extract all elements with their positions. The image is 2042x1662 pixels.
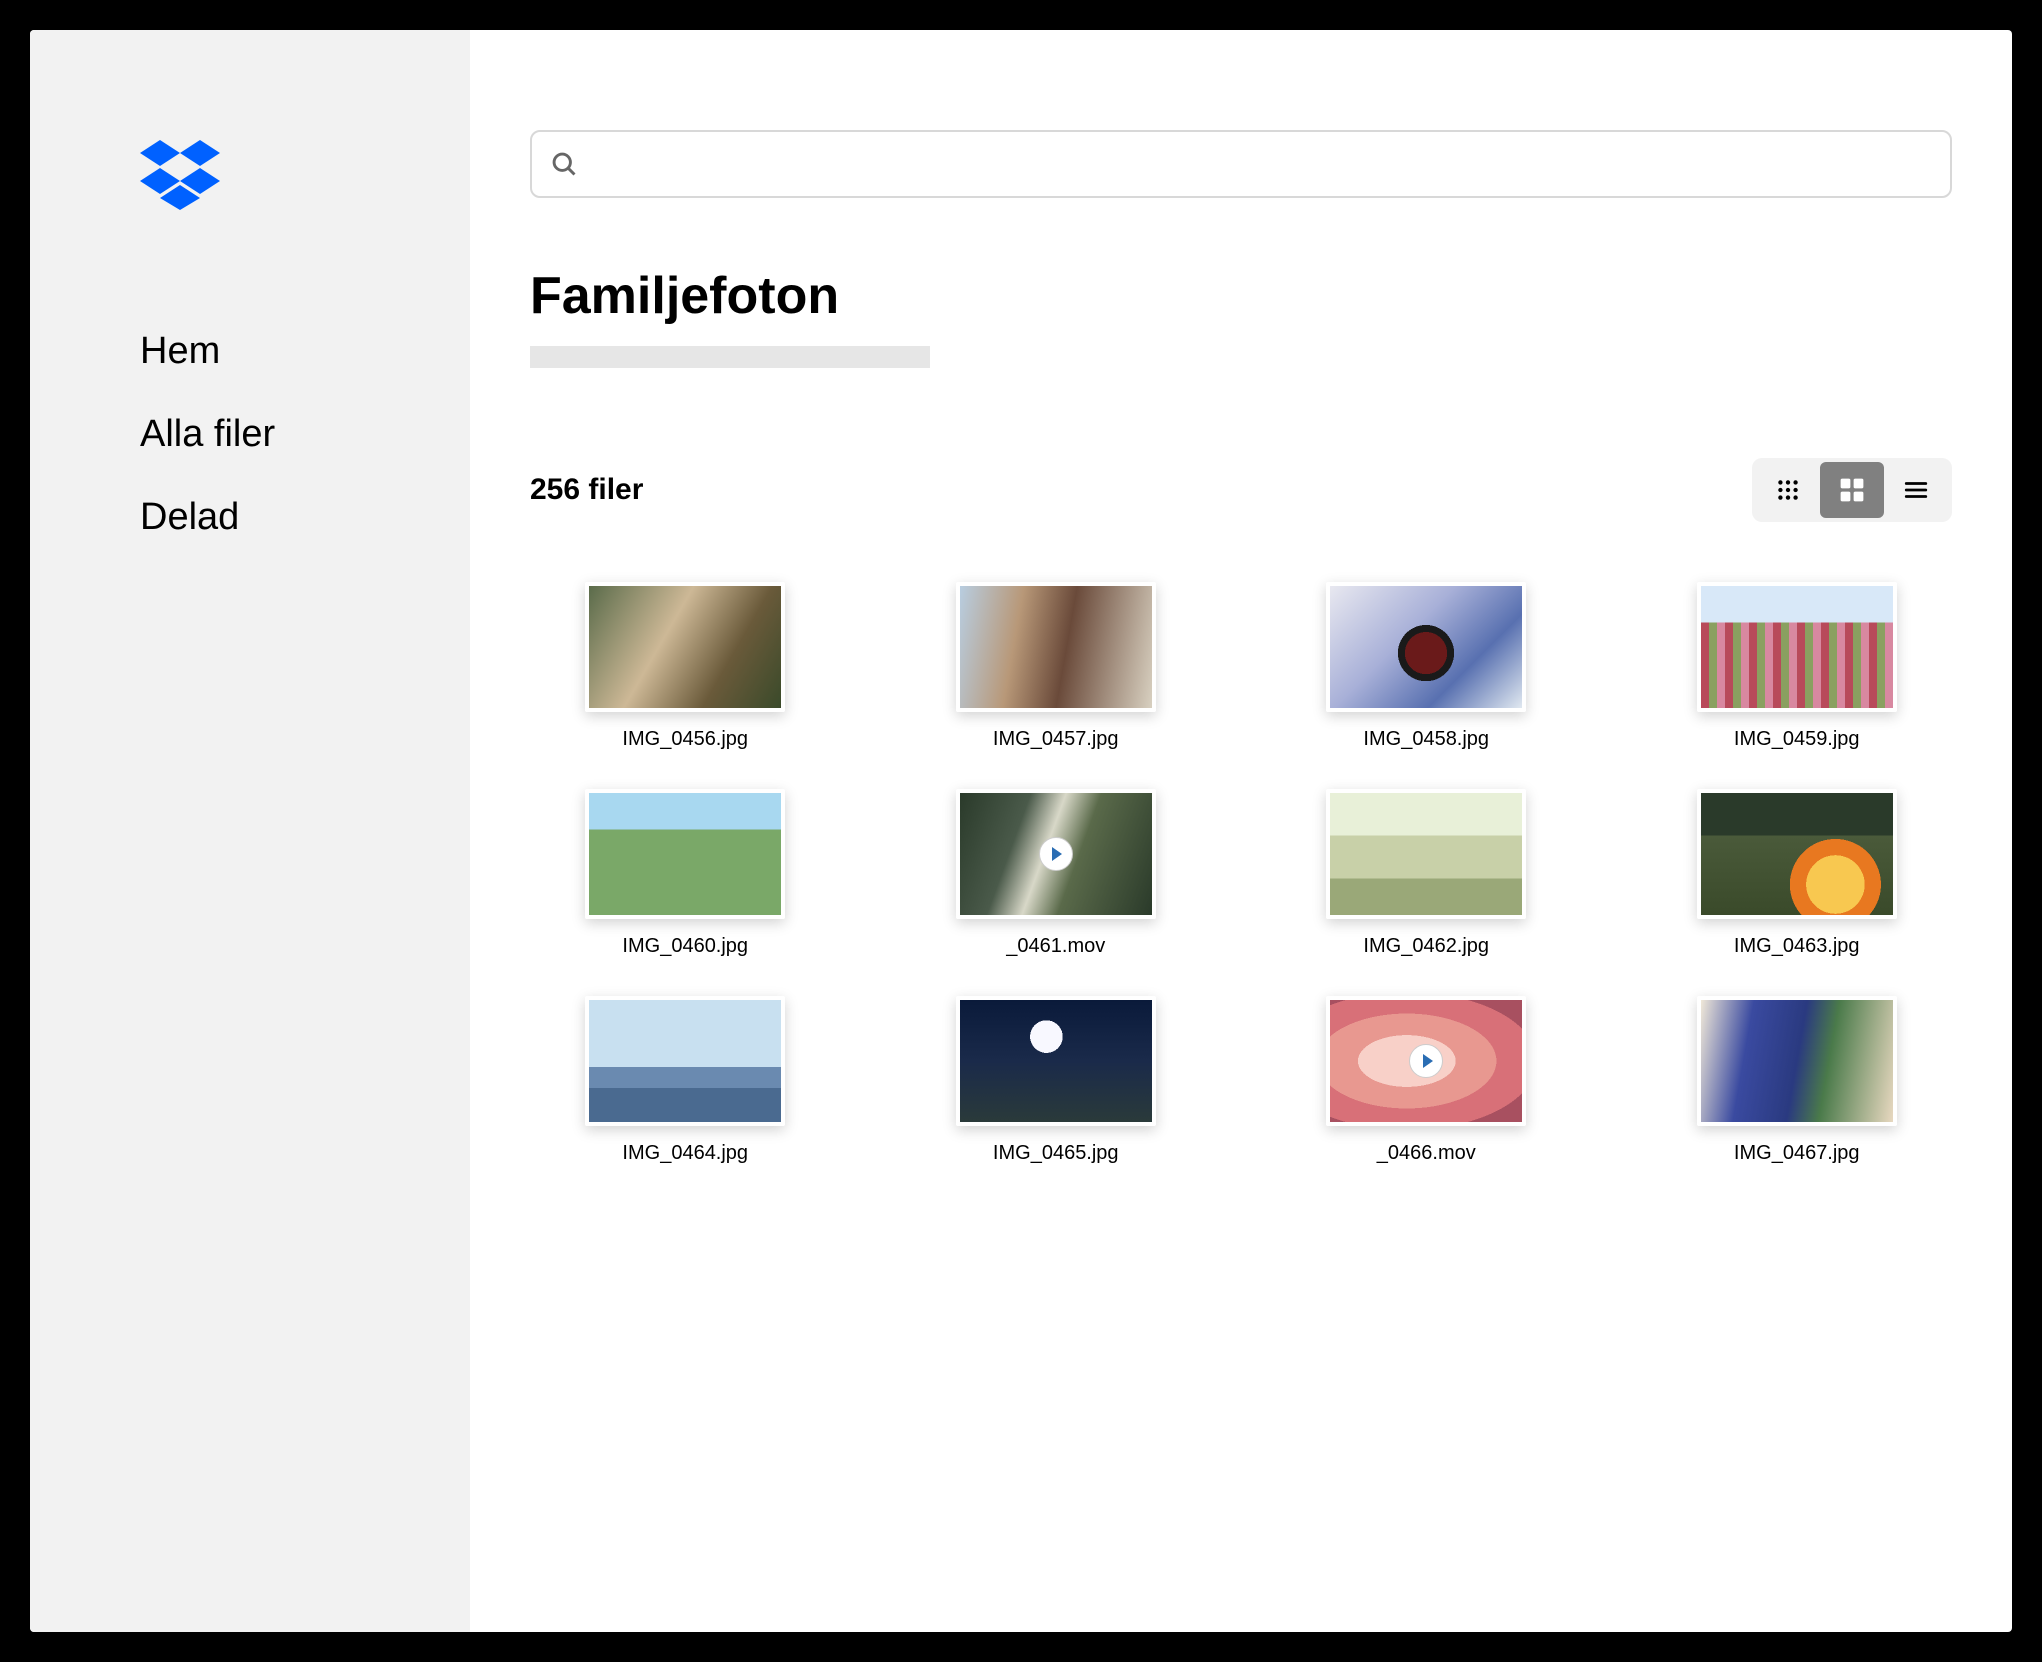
view-grid-small-button[interactable]: [1756, 462, 1820, 518]
file-thumbnail[interactable]: [1326, 789, 1526, 919]
file-count: 256 filer: [530, 473, 643, 507]
file-name: IMG_0459.jpg: [1642, 728, 1953, 751]
sidebar-item-all-files[interactable]: Alla filer: [140, 413, 470, 456]
sidebar-nav: Hem Alla filer Delad: [140, 330, 470, 539]
file-item[interactable]: IMG_0465.jpg: [901, 996, 1212, 1165]
file-thumbnail[interactable]: [1697, 582, 1897, 712]
file-item[interactable]: IMG_0464.jpg: [530, 996, 841, 1165]
file-item[interactable]: IMG_0457.jpg: [901, 582, 1212, 751]
view-grid-large-button[interactable]: [1820, 462, 1884, 518]
dropbox-logo-icon[interactable]: [140, 140, 220, 210]
page-title: Familjefoton: [530, 266, 1952, 326]
file-name: IMG_0457.jpg: [901, 728, 1212, 751]
sidebar-item-shared[interactable]: Delad: [140, 496, 470, 539]
toolbar: 256 filer: [530, 458, 1952, 522]
file-grid: IMG_0456.jpg IMG_0457.jpg IMG_0458.jpg IMG_…: [530, 582, 1952, 1165]
file-item[interactable]: IMG_0456.jpg: [530, 582, 841, 751]
search-input[interactable]: [590, 150, 1932, 178]
file-thumbnail[interactable]: [585, 789, 785, 919]
file-item[interactable]: IMG_0459.jpg: [1642, 582, 1953, 751]
file-thumbnail[interactable]: [1326, 582, 1526, 712]
main-content: Familjefoton 256 filer IMG_0456.jpgIMG_0…: [470, 30, 2012, 1632]
file-name: IMG_0456.jpg: [530, 728, 841, 751]
file-name: IMG_0460.jpg: [530, 935, 841, 958]
play-icon[interactable]: [1409, 1044, 1443, 1078]
file-thumbnail[interactable]: [1697, 789, 1897, 919]
file-name: IMG_0464.jpg: [530, 1142, 841, 1165]
file-item[interactable]: IMG_0460.jpg: [530, 789, 841, 958]
file-thumbnail[interactable]: [956, 789, 1156, 919]
file-item[interactable]: IMG_0458.jpg: [1271, 582, 1582, 751]
file-item[interactable]: _0461.mov: [901, 789, 1212, 958]
view-list-button[interactable]: [1884, 462, 1948, 518]
app-window: Hem Alla filer Delad Familjefoton 256 fi…: [30, 30, 2012, 1632]
file-thumbnail[interactable]: [956, 996, 1156, 1126]
file-name: _0461.mov: [901, 935, 1212, 958]
file-thumbnail[interactable]: [585, 996, 785, 1126]
play-icon[interactable]: [1039, 837, 1073, 871]
file-item[interactable]: IMG_0462.jpg: [1271, 789, 1582, 958]
sidebar: Hem Alla filer Delad: [30, 30, 470, 1632]
sidebar-item-home[interactable]: Hem: [140, 330, 470, 373]
file-name: IMG_0465.jpg: [901, 1142, 1212, 1165]
file-thumbnail[interactable]: [956, 582, 1156, 712]
file-name: IMG_0467.jpg: [1642, 1142, 1953, 1165]
file-item[interactable]: IMG_0463.jpg: [1642, 789, 1953, 958]
search-icon: [550, 150, 578, 178]
file-thumbnail[interactable]: [1326, 996, 1526, 1126]
file-thumbnail[interactable]: [1697, 996, 1897, 1126]
file-name: IMG_0462.jpg: [1271, 935, 1582, 958]
search-bar[interactable]: [530, 130, 1952, 198]
file-name: IMG_0463.jpg: [1642, 935, 1953, 958]
file-name: _0466.mov: [1271, 1142, 1582, 1165]
file-item[interactable]: IMG_0467.jpg: [1642, 996, 1953, 1165]
file-item[interactable]: _0466.mov: [1271, 996, 1582, 1165]
breadcrumb-placeholder: [530, 346, 930, 368]
view-toggle: [1752, 458, 1952, 522]
file-name: IMG_0458.jpg: [1271, 728, 1582, 751]
file-thumbnail[interactable]: [585, 582, 785, 712]
